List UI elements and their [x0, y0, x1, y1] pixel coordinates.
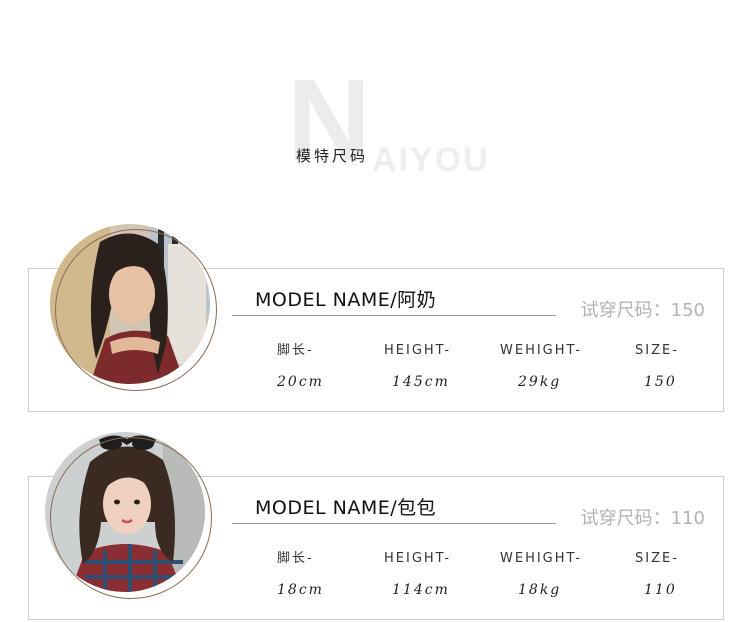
- weight-value: 18kg: [518, 582, 562, 598]
- brand-header: N AIYOU 模特尺码: [0, 0, 750, 200]
- height-label: HEIGHT-: [384, 551, 452, 566]
- size-value: 110: [644, 582, 677, 598]
- foot-length-label: 脚长-: [277, 343, 314, 358]
- weight-value: 29kg: [518, 374, 562, 390]
- size-label: SIZE-: [635, 343, 679, 358]
- name-divider: [232, 315, 556, 316]
- foot-length-value: 20cm: [277, 374, 324, 390]
- foot-length-label: 脚长-: [277, 551, 314, 566]
- foot-length-value: 18cm: [277, 582, 324, 598]
- height-value: 145cm: [392, 374, 450, 390]
- model-photo-1: [50, 224, 217, 391]
- name-divider: [232, 523, 556, 524]
- size-label: SIZE-: [635, 551, 679, 566]
- model-photo-2: [45, 432, 212, 599]
- trial-size-tag: 试穿尺码：150: [580, 300, 705, 321]
- height-value: 114cm: [392, 582, 450, 598]
- avatar-ring: [55, 229, 217, 391]
- brand-watermark-text: AIYOU: [372, 141, 490, 179]
- weight-label: WEHIGHT-: [500, 551, 582, 566]
- height-label: HEIGHT-: [384, 343, 452, 358]
- model-name-label: MODEL NAME/阿奶: [255, 289, 437, 311]
- trial-size-tag: 试穿尺码：110: [580, 508, 705, 529]
- weight-label: WEHIGHT-: [500, 343, 582, 358]
- section-title: 模特尺码: [296, 147, 369, 165]
- avatar-ring: [50, 437, 212, 599]
- size-value: 150: [644, 374, 677, 390]
- model-name-label: MODEL NAME/包包: [255, 497, 437, 519]
